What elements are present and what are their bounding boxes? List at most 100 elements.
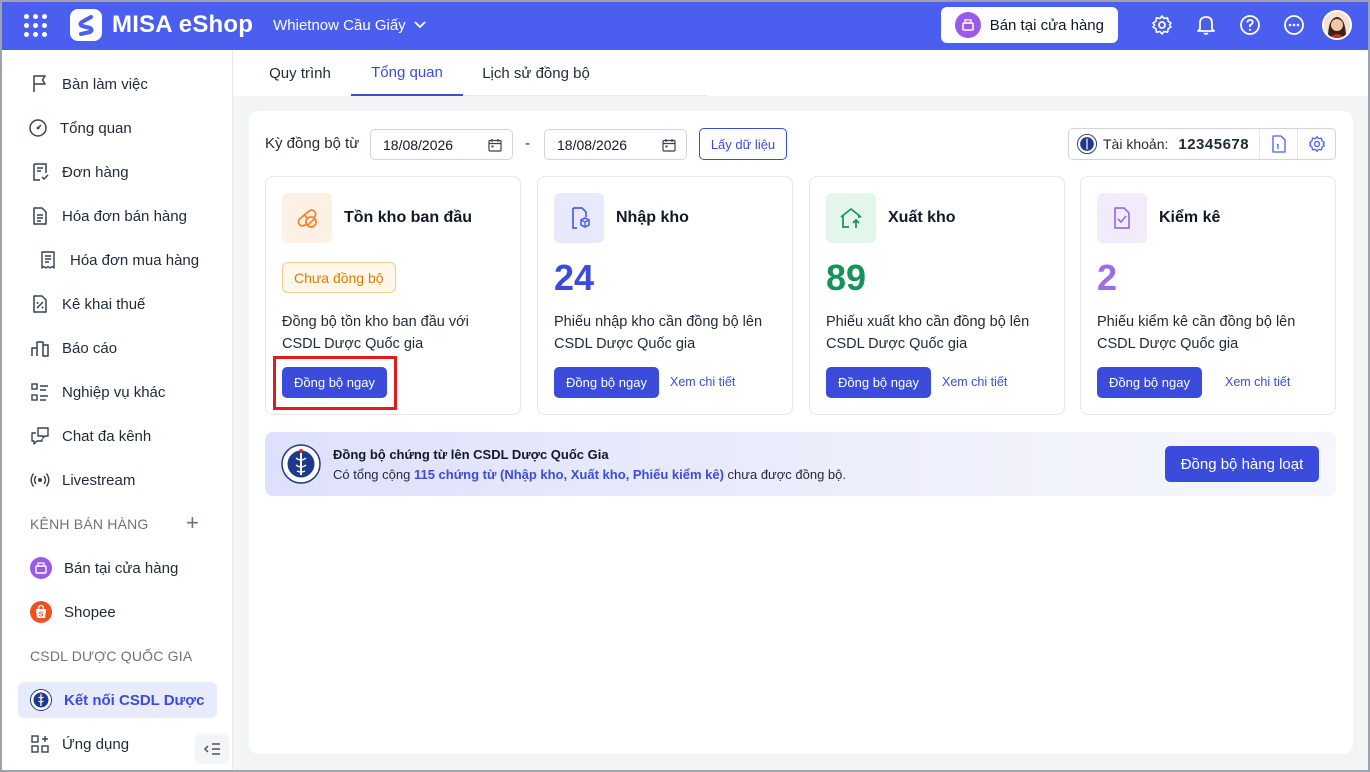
sidebar-item-purchase-invoice[interactable]: Hóa đơn mua hàng <box>18 242 217 278</box>
account-number: 12345678 <box>1178 135 1250 153</box>
sidebar-item-overview[interactable]: Tổng quan <box>18 110 217 146</box>
fetch-data-button[interactable]: Lấy dữ liệu <box>699 128 787 160</box>
sidebar-item-apps[interactable]: Ứng dụng <box>18 726 188 762</box>
document-icon <box>1271 135 1286 153</box>
pill-icon <box>282 193 332 243</box>
sidebar-item-label: Kết nối CSDL Dược <box>64 691 205 709</box>
store-name: Whietnow Cầu Giấy <box>273 16 406 34</box>
sidebar-item-orders[interactable]: Đơn hàng <box>18 154 217 190</box>
account-box: Tài khoản: 12345678 <box>1068 128 1336 160</box>
collapse-icon <box>203 743 220 755</box>
card-title: Xuất kho <box>888 209 956 226</box>
view-detail-link[interactable]: Xem chi tiết <box>942 375 1007 389</box>
calendar-icon <box>662 138 676 152</box>
date-separator: - <box>525 135 530 152</box>
view-detail-link[interactable]: Xem chi tiết <box>670 375 735 389</box>
sidebar-item-label: Tổng quan <box>60 119 132 137</box>
account-document-button[interactable] <box>1259 129 1297 159</box>
sync-now-button[interactable]: Đồng bộ ngay <box>1097 367 1202 398</box>
banner-document-count: 115 chứng từ (Nhập kho, Xuất kho, Phiếu … <box>413 467 724 482</box>
bulk-sync-button[interactable]: Đồng bộ hàng loạt <box>1165 446 1319 482</box>
user-avatar[interactable] <box>1322 10 1352 40</box>
settings-button[interactable] <box>1140 0 1184 50</box>
sidebar-item-label: Đơn hàng <box>62 163 129 181</box>
tab-process[interactable]: Quy trình <box>253 50 347 96</box>
sidebar-item-shopee[interactable]: S Shopee <box>18 594 217 630</box>
sidebar-item-reports[interactable]: Báo cáo <box>18 330 217 366</box>
store-selector[interactable]: Whietnow Cầu Giấy <box>273 17 426 34</box>
sidebar-item-other-ops[interactable]: Nghiệp vụ khác <box>18 374 217 410</box>
card-title: Nhập kho <box>616 209 689 226</box>
card-stock-out: Xuất kho 89 Phiếu xuất kho cần đồng bộ l… <box>809 176 1065 415</box>
settings-icon <box>1308 136 1325 152</box>
sync-period-label: Kỳ đồng bộ từ <box>265 135 360 152</box>
sync-now-button[interactable]: Đồng bộ ngay <box>554 367 659 398</box>
overview-panel: Kỳ đồng bộ từ 18/08/2026 - 18/08/2026 Lấ… <box>249 111 1353 754</box>
pharma-emblem-icon <box>1077 134 1097 154</box>
pharma-emblem-icon <box>30 689 52 711</box>
sidebar-item-label: Ứng dụng <box>62 735 130 753</box>
sidebar-item-label: Shopee <box>64 603 116 621</box>
receipt-icon <box>41 251 55 269</box>
sidebar-item-pharma-connect[interactable]: Kết nối CSDL Dược <box>18 682 217 718</box>
top-bar: MISA eShop Whietnow Cầu Giấy Bán tại cửa… <box>0 0 1370 50</box>
add-channel-icon[interactable]: + <box>186 512 199 534</box>
card-title: Tồn kho ban đầu <box>344 209 472 226</box>
flag-icon <box>33 75 46 92</box>
sync-now-button[interactable]: Đồng bộ ngay <box>826 367 931 398</box>
bulk-sync-banner: Đồng bộ chứng từ lên CSDL Dược Quốc Gia … <box>265 432 1336 496</box>
card-description: Đồng bộ tồn kho ban đầu với CSDL Dược Qu… <box>282 314 469 352</box>
sidebar: Bàn làm việc Tổng quan Đơn hàng Hóa đơn … <box>0 50 233 772</box>
chat-icon <box>31 427 49 445</box>
sidebar-item-label: Hóa đơn bán hàng <box>62 207 187 225</box>
sidebar-item-sales-invoice[interactable]: Hóa đơn bán hàng <box>18 198 217 234</box>
card-initial-stock: Tồn kho ban đầu Chưa đồng bộ Đồng bộ tồn… <box>265 176 521 415</box>
tab-divider <box>463 95 707 96</box>
more-button[interactable] <box>1272 0 1316 50</box>
more-icon <box>1284 15 1304 35</box>
report-icon <box>31 341 49 357</box>
sidebar-item-tax[interactable]: Kê khai thuế <box>18 286 217 322</box>
app-grid-button[interactable] <box>0 0 70 50</box>
highlight-box <box>273 356 397 410</box>
sidebar-item-livestream[interactable]: Livestream <box>18 462 217 498</box>
pos-button-label: Bán tại cửa hàng <box>989 16 1104 34</box>
banner-text: Có tổng cộng 115 chứng từ (Nhập kho, Xuấ… <box>333 467 846 482</box>
banner-title: Đồng bộ chứng từ lên CSDL Dược Quốc Gia <box>333 447 609 462</box>
pos-button[interactable]: Bán tại cửa hàng <box>940 7 1118 43</box>
sidebar-item-label: Livestream <box>62 471 136 489</box>
tab-sync-history[interactable]: Lịch sử đồng bộ <box>469 50 603 96</box>
card-description: Phiếu kiểm kê cần đồng bộ lên CSDL Dược … <box>1097 314 1296 352</box>
section-pharma: CSDL DƯỢC QUỐC GIA <box>30 648 193 664</box>
livestream-icon <box>30 473 50 487</box>
card-count: 2 <box>1097 257 1118 298</box>
sidebar-item-label: Nghiệp vụ khác <box>62 383 166 401</box>
invoice-icon <box>33 207 47 225</box>
help-button[interactable] <box>1228 0 1272 50</box>
stock-in-icon <box>554 193 604 243</box>
banner-text-prefix: Có tổng cộng <box>333 467 411 482</box>
date-to-input[interactable]: 18/08/2026 <box>544 129 687 160</box>
sidebar-item-store[interactable]: Bán tại cửa hàng <box>18 550 217 586</box>
tab-overview[interactable]: Tổng quan <box>351 50 463 96</box>
tab-bar: Quy trình Tổng quan Lịch sử đồng bộ <box>233 50 1370 96</box>
card-title: Kiểm kê <box>1159 209 1221 226</box>
list-icon <box>31 383 48 401</box>
view-detail-link[interactable]: Xem chi tiết <box>1225 375 1290 389</box>
app-logo[interactable]: MISA eShop <box>70 9 253 41</box>
card-count: 24 <box>554 257 595 298</box>
date-from-input[interactable]: 18/08/2026 <box>370 129 513 160</box>
gauge-icon <box>29 119 47 137</box>
help-icon <box>1240 15 1260 35</box>
collapse-sidebar-button[interactable] <box>195 734 229 764</box>
account-settings-button[interactable] <box>1297 129 1335 159</box>
tax-icon <box>33 295 47 313</box>
sidebar-item-chat[interactable]: Chat đa kênh <box>18 418 217 454</box>
notifications-button[interactable] <box>1184 0 1228 50</box>
card-inventory-check: Kiểm kê 2 Phiếu kiểm kê cần đồng bộ lên … <box>1080 176 1336 415</box>
sidebar-item-label: Kê khai thuế <box>62 295 146 313</box>
app-title: MISA eShop <box>112 11 254 38</box>
sidebar-item-workspace[interactable]: Bàn làm việc <box>18 66 217 102</box>
grid-icon <box>23 13 47 37</box>
card-count: 89 <box>826 257 867 298</box>
